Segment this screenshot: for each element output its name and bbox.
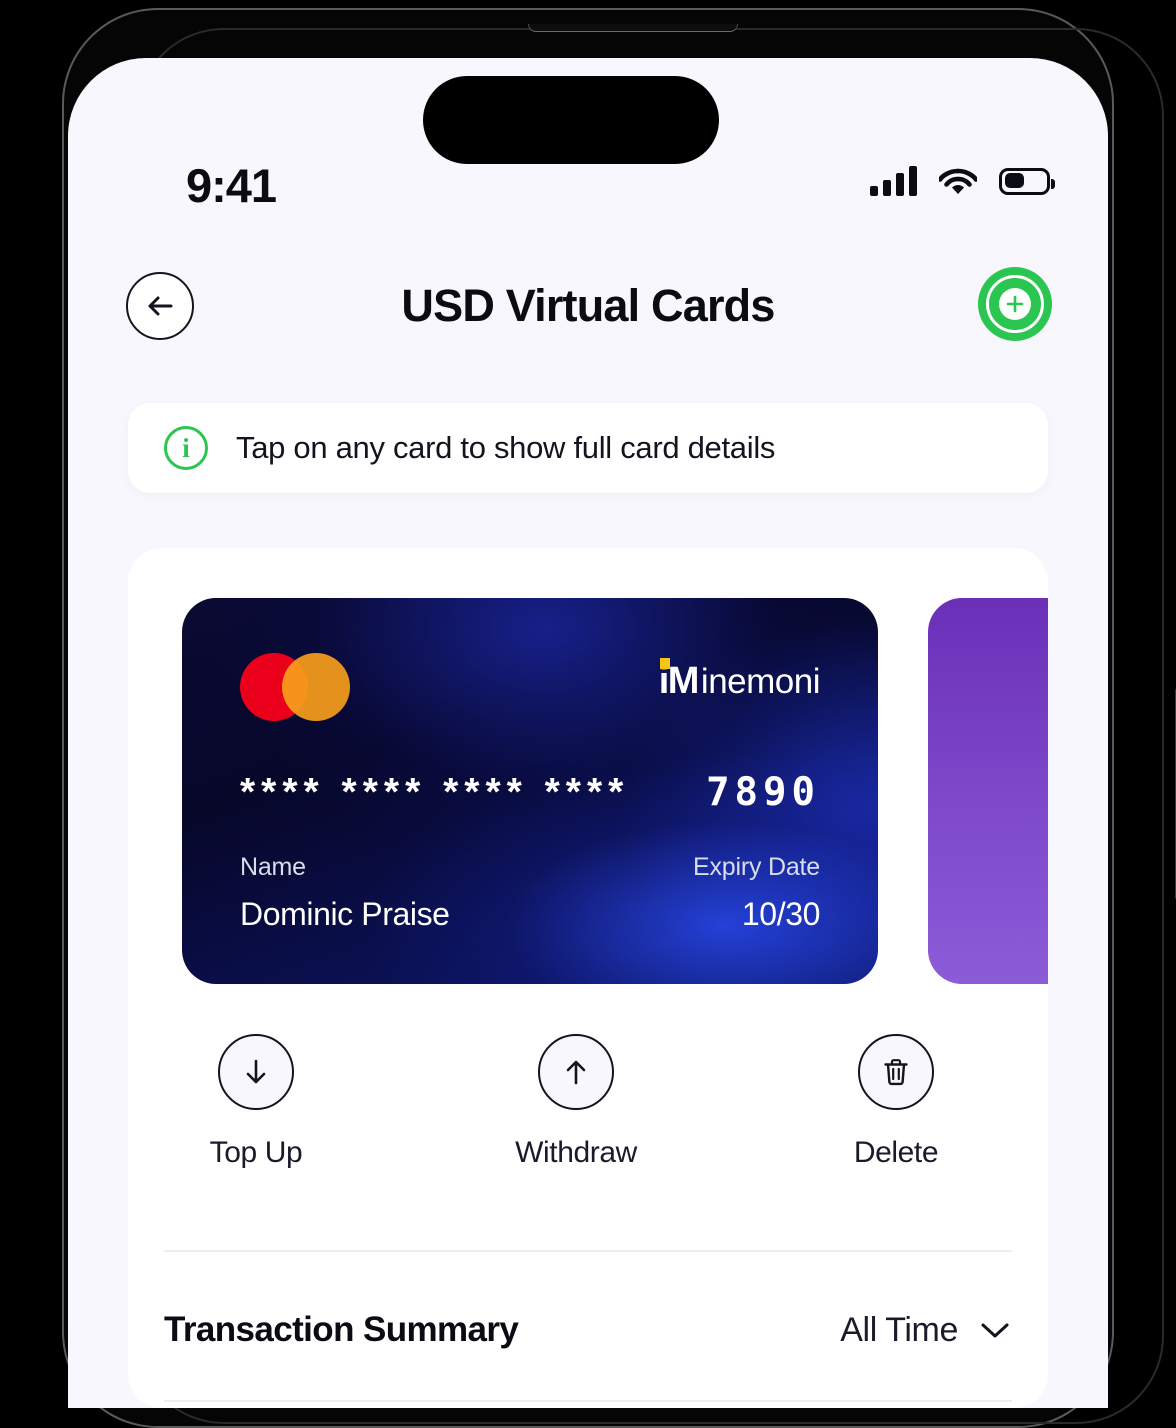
top-up-label: Top Up bbox=[209, 1136, 303, 1169]
card-name-label: Name bbox=[240, 853, 306, 881]
minemoni-brand-logo: iM inemoni bbox=[659, 658, 821, 703]
app-header: USD Virtual Cards bbox=[68, 267, 1108, 378]
info-banner: i Tap on any card to show full card deta… bbox=[128, 403, 1048, 493]
top-up-action[interactable]: Top Up bbox=[176, 1034, 336, 1170]
add-button-center bbox=[999, 288, 1031, 320]
status-bar: 9:41 bbox=[68, 58, 1108, 212]
withdraw-action[interactable]: Withdraw bbox=[496, 1034, 656, 1170]
time-range-filter[interactable]: All Time bbox=[840, 1311, 1012, 1350]
dynamic-island bbox=[423, 76, 719, 164]
divider-top bbox=[164, 1250, 1012, 1252]
card-expiry-block: Expiry Date 10/30 bbox=[693, 853, 820, 933]
card-footer: Name Dominic Praise Expiry Date 10/30 bbox=[240, 853, 820, 933]
arrow-down-icon bbox=[218, 1034, 294, 1110]
card-name-value: Dominic Praise bbox=[240, 896, 450, 932]
status-icons bbox=[870, 166, 1055, 196]
status-time: 9:41 bbox=[186, 159, 277, 212]
cards-panel: iM inemoni **** **** **** **** 7890 Name… bbox=[128, 548, 1048, 1408]
battery-fill bbox=[1004, 173, 1025, 188]
battery-icon bbox=[999, 167, 1055, 195]
divider-bottom bbox=[164, 1400, 1012, 1402]
transaction-summary-title: Transaction Summary bbox=[164, 1310, 519, 1349]
card-actions: Top Up Withdraw Delete bbox=[176, 1034, 976, 1170]
virtual-card-secondary[interactable] bbox=[928, 598, 1048, 984]
earpiece-speaker bbox=[528, 24, 738, 32]
transaction-summary-header: Transaction Summary All Time bbox=[164, 1290, 1012, 1370]
arrow-up-icon bbox=[538, 1034, 614, 1110]
page-title: USD Virtual Cards bbox=[401, 280, 775, 331]
phone-screen: 9:41 USD Virtual Cards i Tap on any card… bbox=[68, 58, 1108, 1408]
trash-icon bbox=[858, 1034, 934, 1110]
withdraw-label: Withdraw bbox=[515, 1136, 637, 1169]
wifi-icon bbox=[939, 168, 977, 194]
mastercard-orange-circle bbox=[282, 653, 350, 721]
card-number: **** **** **** **** 7890 bbox=[240, 770, 820, 815]
card-number-masked: **** **** **** **** bbox=[240, 771, 630, 814]
info-banner-text: Tap on any card to show full card detail… bbox=[236, 430, 776, 465]
brand-dot-icon bbox=[659, 658, 670, 669]
delete-label: Delete bbox=[853, 1136, 939, 1169]
plus-icon bbox=[1006, 295, 1024, 313]
brand-rest-text: inemoni bbox=[700, 661, 821, 701]
mastercard-icon bbox=[240, 653, 350, 721]
add-card-button[interactable] bbox=[978, 267, 1052, 341]
add-button-ring bbox=[986, 275, 1044, 333]
cellular-signal-icon bbox=[870, 166, 917, 196]
chevron-down-icon bbox=[981, 1323, 1009, 1338]
virtual-card-primary[interactable]: iM inemoni **** **** **** **** 7890 Name… bbox=[182, 598, 878, 984]
card-name-block: Name Dominic Praise bbox=[240, 853, 450, 933]
card-expiry-value: 10/30 bbox=[741, 896, 820, 932]
card-number-last4: 7890 bbox=[706, 770, 820, 815]
time-range-label: All Time bbox=[840, 1310, 958, 1349]
delete-action[interactable]: Delete bbox=[816, 1034, 976, 1170]
card-expiry-label: Expiry Date bbox=[692, 853, 820, 881]
info-circle-icon: i bbox=[164, 426, 208, 470]
card-carousel[interactable]: iM inemoni **** **** **** **** 7890 Name… bbox=[128, 598, 1048, 988]
